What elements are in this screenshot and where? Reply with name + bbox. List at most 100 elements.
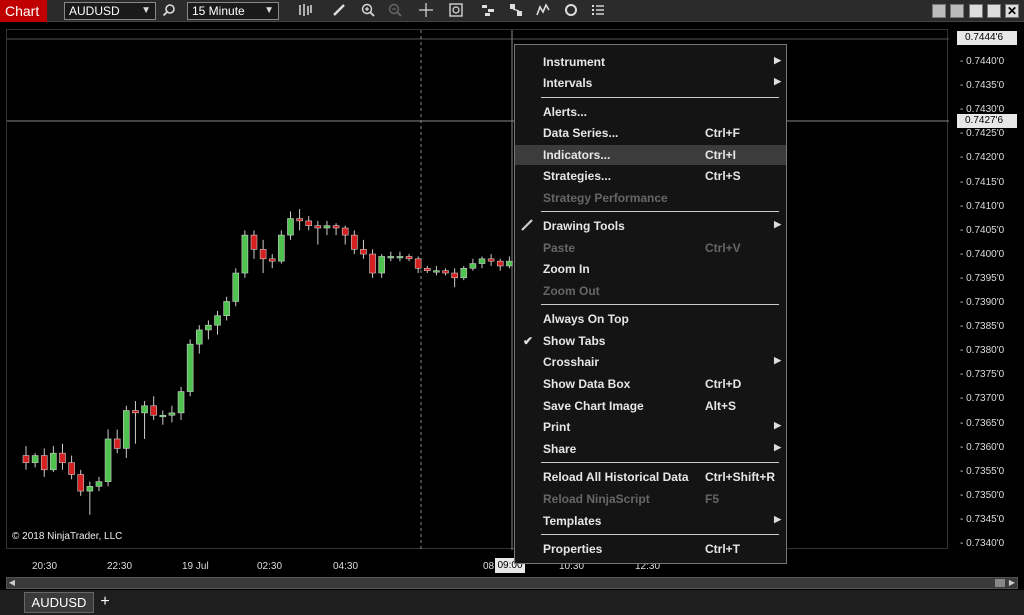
candle-body-down bbox=[113, 438, 121, 449]
candle-body-up bbox=[323, 225, 331, 229]
menu-item-label: Share bbox=[543, 442, 577, 456]
menu-item-print[interactable]: Print ▶ bbox=[515, 417, 786, 437]
menu-item-intervals[interactable]: Intervals ▶ bbox=[515, 73, 786, 93]
candle bbox=[59, 443, 66, 470]
candle bbox=[369, 249, 376, 278]
menu-item-show-tabs[interactable]: Show Tabs ✔ bbox=[515, 331, 786, 351]
tab-audusd[interactable]: AUDUSD bbox=[24, 592, 94, 613]
chart-trader-icon[interactable] bbox=[479, 3, 497, 19]
link-window-icon[interactable] bbox=[950, 4, 964, 18]
candle bbox=[278, 230, 285, 264]
menu-item-properties[interactable]: Properties Ctrl+T bbox=[515, 539, 786, 559]
chart-panel[interactable] bbox=[6, 29, 949, 550]
zoom-out-icon[interactable] bbox=[386, 3, 404, 19]
candle bbox=[104, 429, 112, 487]
candle-body-up bbox=[104, 438, 112, 482]
candle-body-up bbox=[433, 270, 440, 273]
time-axis-label: 02:30 bbox=[257, 561, 283, 572]
candle bbox=[150, 396, 157, 420]
strategies-icon[interactable] bbox=[507, 3, 525, 19]
menu-item-templates[interactable]: Templates ▶ bbox=[515, 511, 786, 531]
menu-item-strategies[interactable]: Strategies... Ctrl+S bbox=[515, 166, 786, 186]
menu-item-save-chart-image[interactable]: Save Chart Image Alt+S bbox=[515, 396, 786, 416]
candle bbox=[433, 265, 440, 276]
candle bbox=[469, 258, 477, 271]
candle bbox=[387, 251, 395, 262]
time-axis-label: 19 Jul bbox=[182, 561, 209, 572]
candle-body-down bbox=[369, 253, 376, 274]
menu-item-shortcut: Alt+S bbox=[705, 399, 737, 413]
candle-body-down bbox=[250, 234, 258, 250]
crosshair-icon[interactable] bbox=[417, 3, 435, 19]
candle bbox=[141, 401, 148, 439]
candle-body-up bbox=[205, 324, 212, 331]
scroll-thumb[interactable] bbox=[995, 579, 1005, 587]
candle bbox=[132, 401, 139, 444]
add-tab-button[interactable]: + bbox=[95, 592, 115, 613]
candle bbox=[195, 325, 203, 354]
submenu-arrow-icon: ▶ bbox=[774, 355, 781, 365]
price-chart bbox=[7, 30, 949, 550]
menu-item-label: Strategies... bbox=[543, 169, 612, 183]
candle-body-up bbox=[396, 256, 404, 259]
tile-window-icon[interactable] bbox=[932, 4, 946, 18]
menu-item-alerts[interactable]: Alerts... bbox=[515, 102, 786, 122]
menu-item-share[interactable]: Share ▶ bbox=[515, 439, 786, 459]
menu-item-shortcut: Ctrl+D bbox=[705, 377, 742, 391]
pencil-icon[interactable] bbox=[330, 3, 348, 19]
menu-item-paste[interactable]: Paste Ctrl+V bbox=[515, 238, 786, 258]
menu-separator bbox=[541, 534, 779, 535]
price-axis-label: - 0.7440'0 bbox=[960, 56, 1005, 67]
candle bbox=[323, 220, 331, 236]
candle bbox=[442, 268, 449, 276]
menu-item-instrument[interactable]: Instrument ▶ bbox=[515, 52, 786, 72]
candle bbox=[159, 410, 167, 425]
menu-item-show-data-box[interactable]: Show Data Box Ctrl+D bbox=[515, 374, 786, 394]
candle-body-down bbox=[132, 410, 139, 414]
menu-item-reload-all-historical-data[interactable]: Reload All Historical Data Ctrl+Shift+R bbox=[515, 467, 786, 487]
scroll-right-icon[interactable]: ▶ bbox=[1007, 578, 1017, 588]
maximize-icon[interactable] bbox=[987, 4, 1001, 18]
menu-item-label: Zoom In bbox=[543, 262, 590, 276]
candle bbox=[287, 211, 294, 240]
menu-item-indicators[interactable]: Indicators... Ctrl+I bbox=[515, 145, 786, 165]
minimize-icon[interactable] bbox=[969, 4, 983, 18]
menu-item-always-on-top[interactable]: Always On Top bbox=[515, 309, 786, 329]
reload-icon[interactable] bbox=[562, 3, 580, 19]
menu-item-label: Alerts... bbox=[543, 105, 588, 119]
instrument-selector[interactable]: AUDUSD ▼ bbox=[64, 2, 156, 20]
candle bbox=[268, 254, 276, 269]
menu-item-drawing-tools[interactable]: Drawing Tools ▶ bbox=[515, 216, 786, 236]
toolbar: Chart AUDUSD ▼ 15 Minute ▼ ✕ bbox=[0, 0, 1024, 22]
price-axis-label: - 0.7415'0 bbox=[960, 176, 1005, 188]
scroll-left-icon[interactable]: ◀ bbox=[7, 578, 17, 588]
candle bbox=[487, 254, 495, 266]
menu-item-label: Show Data Box bbox=[543, 377, 631, 391]
zoom-in-icon[interactable] bbox=[359, 3, 377, 19]
candle-body-up bbox=[159, 414, 167, 418]
bar-type-icon[interactable] bbox=[296, 3, 314, 19]
data-box-icon[interactable] bbox=[447, 3, 465, 19]
candle-body-up bbox=[387, 256, 395, 259]
menu-item-zoom-in[interactable]: Zoom In bbox=[515, 259, 786, 279]
menu-item-zoom-out[interactable]: Zoom Out bbox=[515, 281, 786, 301]
time-axis-label: 04:30 bbox=[333, 561, 359, 572]
properties-list-icon[interactable] bbox=[589, 3, 607, 19]
menu-item-crosshair[interactable]: Crosshair ▶ bbox=[515, 352, 786, 372]
horizontal-scrollbar[interactable]: ◀ ▶ bbox=[6, 577, 1018, 589]
close-icon[interactable]: ✕ bbox=[1005, 4, 1019, 18]
indicators-icon[interactable] bbox=[534, 3, 552, 19]
menu-item-data-series[interactable]: Data Series... Ctrl+F bbox=[515, 123, 786, 143]
search-icon[interactable] bbox=[160, 3, 178, 19]
candle bbox=[223, 296, 230, 321]
menu-item-strategy-performance[interactable]: Strategy Performance bbox=[515, 188, 786, 208]
price-axis-label: - 0.7370'0 bbox=[960, 393, 1005, 405]
candle bbox=[451, 268, 458, 288]
interval-selector[interactable]: 15 Minute ▼ bbox=[187, 2, 279, 20]
menu-item-reload-ninjascript[interactable]: Reload NinjaScript F5 bbox=[515, 489, 786, 509]
candle bbox=[177, 386, 185, 420]
candle bbox=[77, 469, 85, 496]
chevron-down-icon: ▼ bbox=[264, 5, 274, 16]
candle-body-up bbox=[278, 234, 285, 262]
candle bbox=[314, 220, 322, 245]
